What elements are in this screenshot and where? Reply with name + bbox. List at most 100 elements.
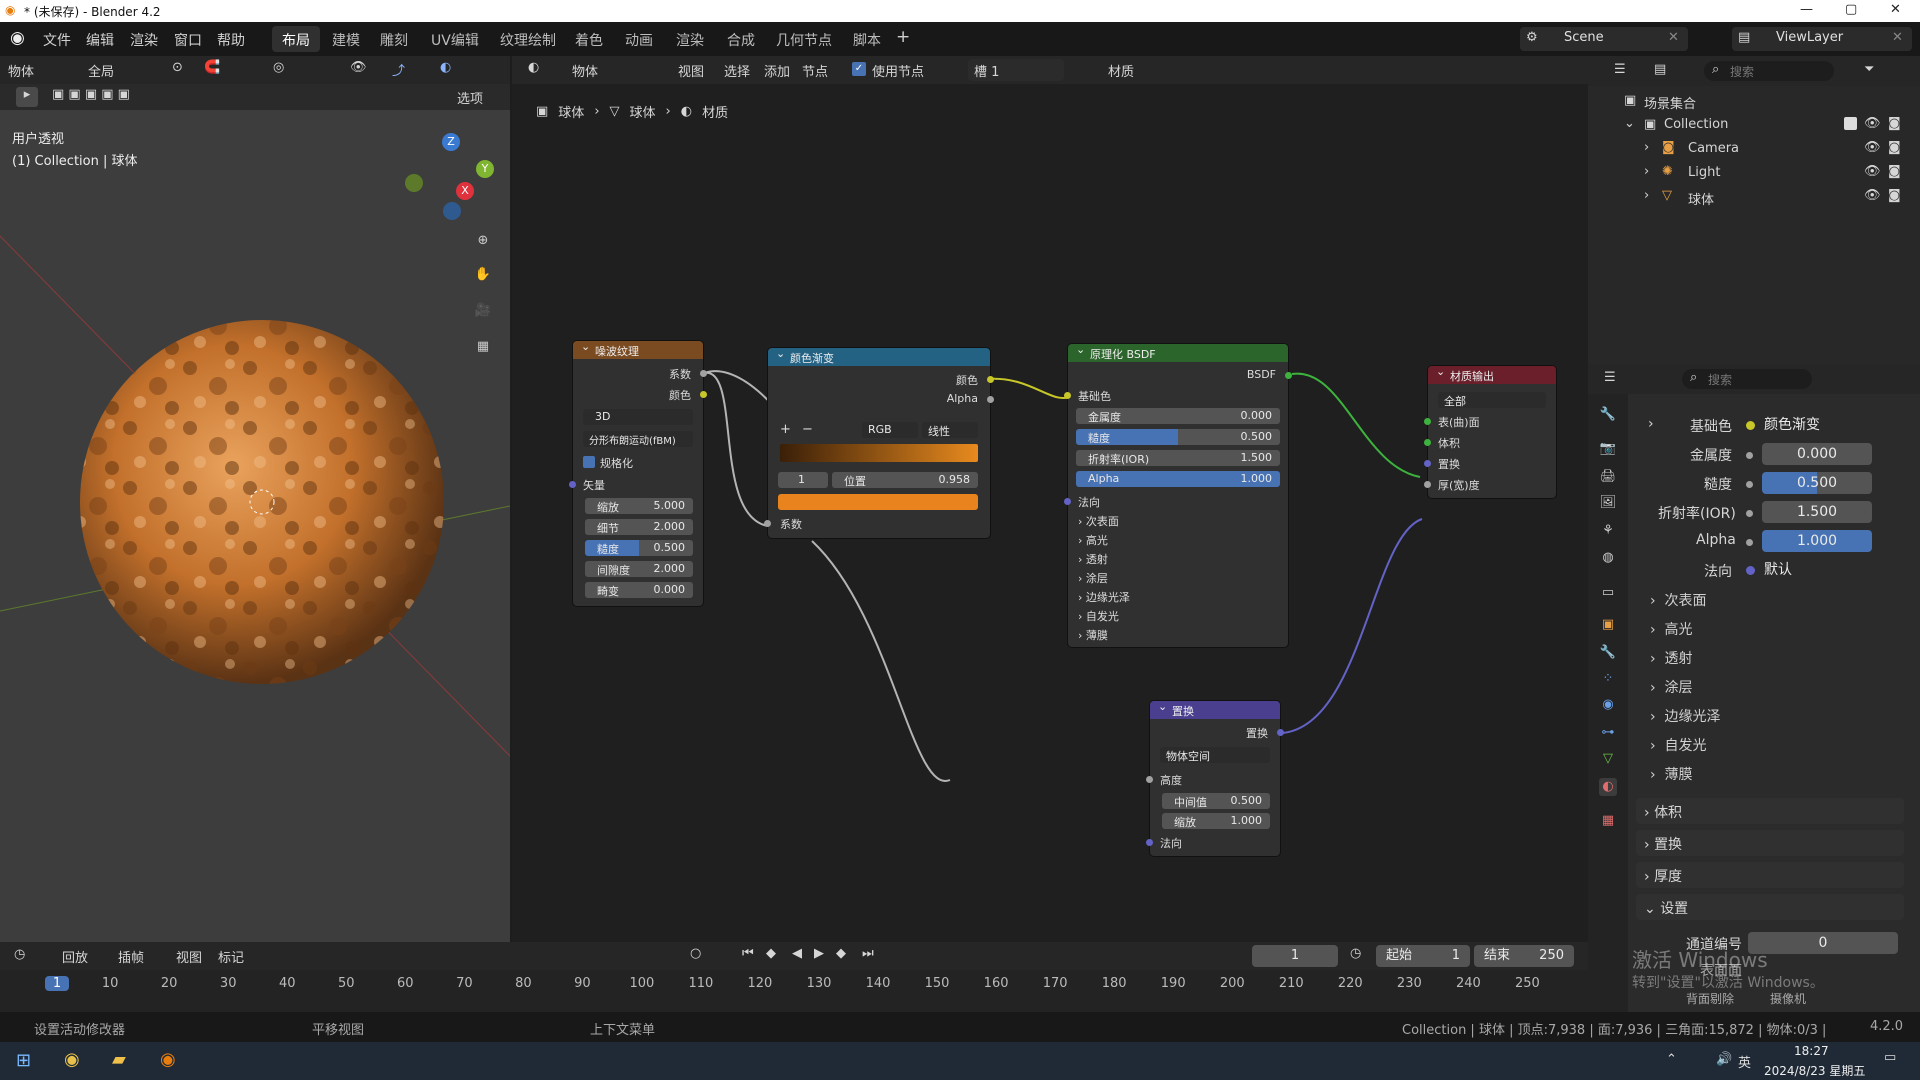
tab-layout[interactable]: 布局 (272, 26, 320, 52)
panel-thickness[interactable]: › 厚度 (1636, 862, 1904, 888)
alpha-value[interactable]: 1.000 (1762, 530, 1872, 552)
outliner-collection[interactable]: ⌄ ▣ Collection 👁 ◙ (1588, 114, 1920, 138)
displacement-node[interactable]: 置换 置换 物体空间 高度 中间值0.500 缩放1.000 法向 (1146, 700, 1284, 856)
remove-stop-icon[interactable]: − (802, 422, 813, 437)
gizmo-z-icon[interactable]: Z (442, 133, 460, 151)
socket-icon[interactable] (1746, 539, 1753, 546)
jump-start-icon[interactable]: ⏮ (742, 946, 754, 961)
stop-color-swatch[interactable] (778, 494, 978, 510)
display-mode-icon[interactable]: ▤ (1654, 62, 1666, 77)
section-thin-film[interactable]: › 薄膜 (1078, 627, 1108, 643)
section-specular[interactable]: › 高光 (1078, 532, 1108, 548)
outliner-type-icon[interactable]: ☰ (1614, 62, 1626, 77)
outliner[interactable]: ☰ ▤ ⌕ 搜索 ⏷ ▣ 场景集合 ⌄ ▣ Collection 👁 ◙ › ◙… (1588, 56, 1920, 364)
tab-geometry-nodes[interactable]: 几何节点 (766, 26, 842, 52)
chevron-right-icon[interactable]: › (1644, 140, 1649, 155)
viewlayer-close-icon[interactable]: ✕ (1892, 30, 1903, 45)
chrome-icon[interactable]: ◉ (64, 1049, 80, 1070)
overlay-icon[interactable]: ◐ (440, 60, 451, 75)
next-keyframe-icon[interactable]: ◆ (836, 946, 846, 961)
ior-value[interactable]: 1.500 (1762, 501, 1872, 523)
socket-out[interactable] (987, 376, 994, 383)
socket-in[interactable] (1146, 776, 1153, 783)
zoom-icon[interactable]: ⊕ (474, 232, 492, 250)
clock-icon[interactable]: ◷ (14, 947, 25, 962)
chevron-right-icon[interactable]: › (1644, 164, 1649, 179)
collection-tab-icon[interactable]: ▭ (1599, 584, 1617, 602)
ime-indicator[interactable]: 英 (1738, 1052, 1751, 1071)
viewport-mode[interactable]: 物体 (8, 61, 34, 80)
grid-view-icon[interactable]: ▦ (474, 338, 492, 356)
marker-menu[interactable]: 标记 (218, 947, 244, 966)
menu-help[interactable]: 帮助 (217, 30, 245, 50)
material-tab-icon[interactable]: ◐ (1599, 778, 1617, 796)
base-color-link[interactable]: 颜色渐变 (1742, 414, 1872, 436)
windows-start-icon[interactable]: ⊞ (16, 1050, 31, 1071)
pass-index-value[interactable]: 0 (1748, 932, 1898, 954)
notification-icon[interactable]: ▭ (1884, 1050, 1896, 1065)
dimension-select[interactable]: 3D (583, 409, 693, 425)
color-ramp-node[interactable]: 颜色渐变 颜色 Alpha + − RGB 线性 1 位置0.958 系数 (764, 347, 994, 538)
proportional-icon[interactable]: ◎ (273, 60, 284, 75)
use-nodes-checkbox[interactable]: ✓ (852, 62, 866, 76)
blender-menu-icon[interactable]: ◉ (10, 28, 25, 48)
ne-mode[interactable]: 物体 (572, 61, 598, 80)
lacunarity-field[interactable]: 间隙度 2.000 (585, 561, 693, 577)
object-tab-icon[interactable]: ▣ (1599, 616, 1617, 634)
ne-view-menu[interactable]: 视图 (678, 61, 704, 80)
add-stop-icon[interactable]: + (780, 422, 791, 437)
menu-render[interactable]: 渲染 (130, 30, 158, 50)
props-section-subsurface[interactable]: › 次表面 (1650, 590, 1707, 610)
metallic-field[interactable]: 金属度 0.000 (1076, 408, 1280, 424)
outliner-item-camera[interactable]: › ◙ Camera 👁 ◙ (1588, 138, 1920, 162)
eye-icon[interactable]: 👁 (1864, 140, 1881, 155)
add-workspace-icon[interactable]: + (896, 27, 910, 47)
props-section-specular[interactable]: › 高光 (1650, 619, 1693, 639)
socket-in[interactable] (1064, 392, 1071, 399)
socket-in[interactable] (1424, 439, 1431, 446)
play-icon[interactable]: ▶ (814, 946, 824, 961)
transform-orientation[interactable]: 全局 (88, 61, 114, 80)
socket-out[interactable] (1277, 729, 1284, 736)
noise-texture-node[interactable]: 噪波纹理 系数 颜色 3D 分形布朗运动(fBM) 规格化 矢量 缩放5.000… (569, 340, 707, 606)
props-type-icon[interactable]: ☰ (1604, 370, 1616, 385)
camera-render-icon[interactable]: ◙ (1888, 188, 1901, 203)
minimize-icon[interactable]: — (1800, 2, 1813, 17)
texture-tab-icon[interactable]: ▦ (1599, 812, 1617, 830)
socket-in[interactable] (569, 481, 576, 488)
noise-type-select[interactable]: 分形布朗运动(fBM) (583, 431, 693, 447)
section-transmission[interactable]: › 透射 (1078, 551, 1108, 567)
visibility-icon[interactable]: 👁 (350, 60, 367, 75)
playback-menu[interactable]: 回放 (62, 947, 88, 966)
start-frame-field[interactable]: 起始 1 (1376, 945, 1470, 967)
socket-out[interactable] (987, 396, 994, 403)
camera-view-icon[interactable]: 🎥 (474, 302, 492, 320)
normal-value[interactable]: 默认 (1742, 559, 1872, 581)
camera-render-icon[interactable]: ◙ (1888, 116, 1901, 131)
material-name[interactable]: 材质 (1108, 61, 1134, 80)
distortion-field[interactable]: 畸变 0.000 (585, 582, 693, 598)
filter-icon[interactable]: ⏷ (1864, 62, 1874, 77)
viewlayer-selector[interactable]: ▤ ViewLayer ✕ (1732, 27, 1912, 51)
play-reverse-icon[interactable]: ◀ (792, 946, 802, 961)
outliner-item-sphere[interactable]: › ▽ 球体 👁 ◙ (1588, 186, 1920, 210)
socket-out[interactable] (700, 391, 707, 398)
current-frame-field[interactable]: 1 (1252, 945, 1338, 967)
socket-out[interactable] (700, 370, 707, 377)
midlevel-field[interactable]: 中间值 0.500 (1162, 793, 1270, 809)
preview-range-icon[interactable]: ◷ (1350, 946, 1361, 961)
physics-tab-icon[interactable]: ◉ (1599, 696, 1617, 714)
menu-window[interactable]: 窗口 (174, 30, 202, 50)
keying-menu[interactable]: 插帧 (118, 947, 144, 966)
eye-icon[interactable]: 👁 (1864, 188, 1881, 203)
metallic-value[interactable]: 0.000 (1762, 443, 1872, 465)
tab-shading[interactable]: 着色 (565, 26, 613, 52)
node-header[interactable]: 原理化 BSDF (1068, 343, 1288, 362)
world-tab-icon[interactable]: ◍ (1599, 549, 1617, 567)
outliner-item-light[interactable]: › ✺ Light 👁 ◙ (1588, 162, 1920, 186)
ne-add-menu[interactable]: 添加 (764, 61, 790, 80)
record-icon[interactable]: ○ (690, 946, 701, 961)
roughness-field[interactable]: 糙度 0.500 (1076, 429, 1280, 445)
timeline[interactable]: ◷ 回放 插帧 视图 标记 ○ ⏮ ◆ ◀ ▶ ◆ ⏭ 1 ◷ 起始 1 结束 25… (0, 942, 1588, 1012)
node-header[interactable]: 噪波纹理 (573, 340, 703, 359)
